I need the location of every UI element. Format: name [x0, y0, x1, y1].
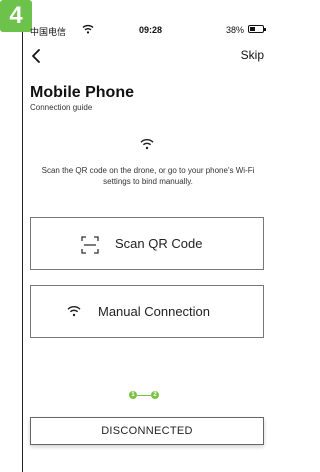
navigation-bar: Skip	[30, 46, 264, 66]
wifi-icon	[67, 306, 81, 317]
back-icon[interactable]	[30, 48, 44, 64]
scan-qr-code-button[interactable]: Scan QR Code	[30, 217, 264, 270]
guide-frame-line	[22, 24, 23, 472]
clock-time: 09:28	[139, 25, 163, 35]
manual-connection-button[interactable]: Manual Connection	[30, 285, 264, 338]
status-bar: 中国电信 09:28 38%	[30, 22, 266, 38]
manual-connection-label: Manual Connection	[98, 304, 211, 319]
qr-scan-icon	[81, 236, 99, 254]
battery-icon	[248, 25, 266, 33]
skip-button[interactable]: Skip	[241, 48, 264, 62]
step-dot-1: 1	[129, 391, 137, 399]
connection-status-button[interactable]: DISCONNECTED	[30, 417, 264, 445]
wifi-icon	[140, 139, 154, 150]
wifi-icon	[82, 24, 94, 34]
battery-percentage: 38%	[225, 25, 244, 35]
step-number-badge: 4	[0, 0, 32, 32]
instruction-text: Scan the QR code on the drone, or go to …	[41, 166, 255, 186]
page-title: Mobile Phone	[30, 84, 134, 101]
page-subtitle: Connection guide	[30, 103, 93, 112]
carrier-label: 中国电信	[30, 27, 67, 37]
step-connector	[137, 395, 151, 396]
step-indicator: 1 2	[129, 390, 169, 400]
scan-qr-code-label: Scan QR Code	[115, 236, 203, 251]
step-dot-2: 2	[151, 391, 159, 399]
